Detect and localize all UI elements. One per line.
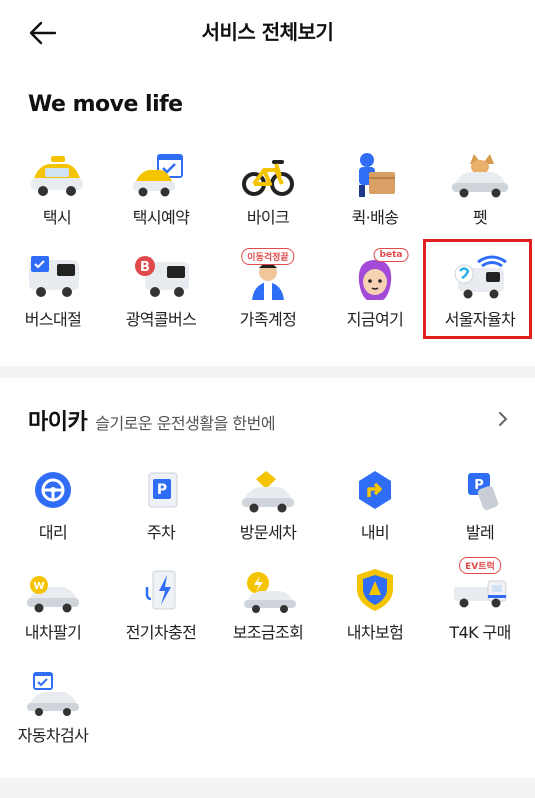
section-title-mycar: 마이카 (28, 410, 88, 435)
service-delivery[interactable]: 퀵·배송 (322, 150, 428, 240)
service-label: 지금여기 (346, 310, 404, 329)
service-label: 자동차검사 (17, 726, 89, 745)
service-regional-bus[interactable]: B 광역콜버스 (108, 252, 214, 342)
service-taxi[interactable]: 택시 (4, 150, 110, 240)
subsidy-icon (236, 565, 300, 615)
page-title: 서비스 전체보기 (201, 20, 334, 44)
ev-charging-icon (129, 565, 193, 615)
service-valet[interactable]: P 발레 (427, 465, 533, 555)
badge-ev-truck: EV트럭 (459, 557, 501, 574)
service-label: 방문세차 (239, 523, 297, 542)
svg-text:B: B (140, 260, 150, 275)
service-bus-charter[interactable]: 버스대절 (0, 252, 106, 342)
service-label: 내차보험 (346, 623, 404, 642)
service-parking[interactable]: P 주차 (108, 465, 214, 555)
car-inspection-icon (21, 668, 85, 718)
service-label: 내비 (360, 523, 390, 542)
service-label: 가족계정 (239, 310, 297, 329)
taxi-reservation-icon (129, 150, 193, 200)
svg-text:W: W (33, 581, 44, 592)
mycar-header[interactable]: 마이카 슬기로운 운전생활을 한번에 (28, 404, 276, 438)
taxi-icon (25, 150, 89, 200)
service-car-inspection[interactable]: 자동차검사 (0, 668, 106, 758)
chevron-right-icon[interactable] (497, 410, 509, 428)
service-ev-charging[interactable]: 전기차충전 (108, 565, 214, 655)
car-insurance-icon (343, 565, 407, 615)
service-label: 전기차충전 (125, 623, 197, 642)
service-taxi-reservation[interactable]: 택시예약 (108, 150, 214, 240)
badge-beta: beta (373, 248, 409, 262)
sell-car-icon: W (21, 565, 85, 615)
service-label: 펫 (472, 208, 488, 227)
service-label: 바이크 (246, 208, 290, 227)
regional-bus-icon: B (129, 252, 193, 302)
here-now-icon: beta (343, 248, 409, 302)
section-title-we-move-life: We move life (28, 92, 183, 117)
svg-text:P: P (157, 482, 167, 498)
service-car-wash[interactable]: 방문세차 (215, 465, 321, 555)
bus-charter-icon (21, 252, 85, 302)
service-label: 광역콜버스 (125, 310, 197, 329)
service-car-insurance[interactable]: 내차보험 (322, 565, 428, 655)
service-label: 발레 (465, 523, 495, 542)
service-label: 택시 (42, 208, 72, 227)
service-label: 보조금조회 (232, 623, 304, 642)
navigation-icon (343, 465, 407, 515)
pet-icon (448, 150, 512, 200)
section-divider (0, 366, 535, 378)
top-bar: 서비스 전체보기 (0, 0, 535, 66)
service-label: 버스대절 (24, 310, 82, 329)
service-label: 내차팔기 (24, 623, 82, 642)
service-driver[interactable]: 대리 (0, 465, 106, 555)
service-here-now[interactable]: beta 지금여기 (322, 248, 428, 342)
badge-worry-free: 이동걱정끝 (241, 248, 295, 265)
service-subsidy[interactable]: 보조금조회 (215, 565, 321, 655)
driver-service-icon (21, 465, 85, 515)
delivery-icon (343, 150, 407, 200)
bike-icon (236, 150, 300, 200)
service-pet[interactable]: 펫 (427, 150, 533, 240)
highlight-box (423, 239, 532, 339)
parking-icon: P (129, 465, 193, 515)
service-label: 택시예약 (132, 208, 190, 227)
section-divider-bottom (0, 778, 535, 798)
service-bike[interactable]: 바이크 (215, 150, 321, 240)
section-subtitle: 슬기로운 운전생활을 한번에 (95, 414, 276, 433)
service-sell-car[interactable]: W 내차팔기 (0, 565, 106, 655)
service-t4k-truck[interactable]: EV트럭 T4K 구매 (427, 557, 533, 655)
t4k-truck-icon: EV트럭 (448, 557, 512, 615)
service-label: 주차 (146, 523, 176, 542)
family-account-icon: 이동걱정끝 (236, 248, 300, 302)
service-label: 퀵·배송 (351, 208, 399, 227)
service-label: 대리 (38, 523, 68, 542)
service-label: T4K 구매 (449, 623, 511, 642)
valet-icon: P (448, 465, 512, 515)
service-navigation[interactable]: 내비 (322, 465, 428, 555)
service-family-account[interactable]: 이동걱정끝 가족계정 (215, 248, 321, 342)
car-wash-icon (236, 465, 300, 515)
